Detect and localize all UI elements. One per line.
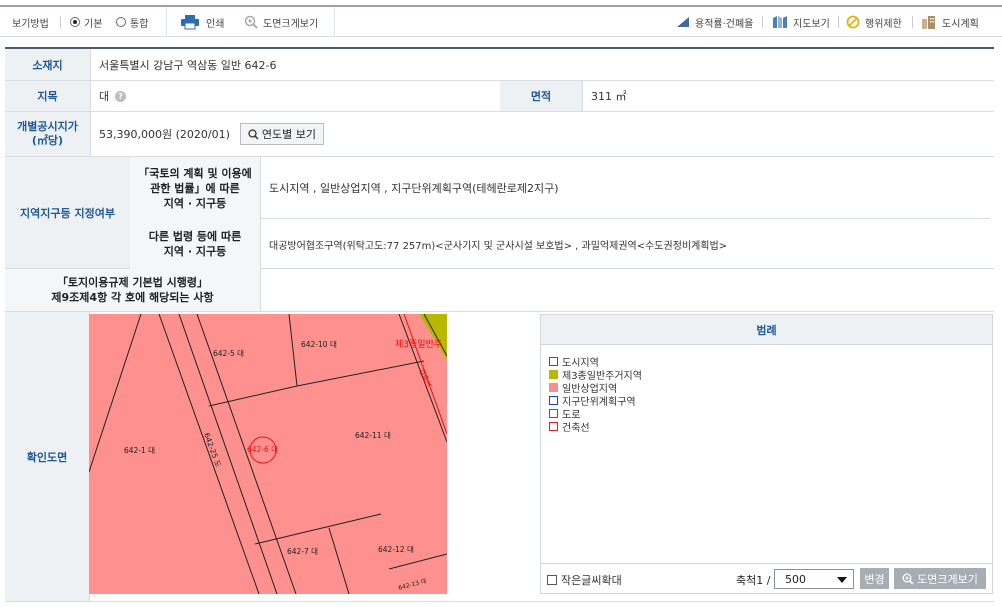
legend-item: 도로 bbox=[549, 407, 580, 421]
legend-swatch-icon bbox=[549, 356, 558, 366]
ruler-triangle-icon bbox=[677, 17, 689, 27]
legend-item: 제3종일반주거지역 bbox=[549, 368, 642, 382]
change-scale-button[interactable]: 변경 bbox=[860, 568, 889, 589]
toolbar-divider bbox=[166, 7, 167, 37]
view-mode-label: 보기방법 bbox=[12, 18, 49, 30]
toolbar: 보기방법 기본 통합 인쇄 도면크게보기 용적률·건폐율 지도보기 행위제한 도… bbox=[0, 5, 1002, 37]
enlarge-map-label: 도면크게보기 bbox=[263, 18, 319, 30]
land-category-value: 대 bbox=[99, 90, 110, 103]
view-integrated-radio[interactable]: 통합 bbox=[116, 7, 148, 37]
legend-panel: 범례 도시지역 제3종일반주거지역 일반상업지역 지구단위계획구역 도로 건축선 작은글씨… bbox=[540, 314, 993, 594]
scale-label: 축척1 / bbox=[736, 574, 771, 587]
legend-swatch-icon bbox=[549, 382, 558, 392]
magnifier-icon bbox=[244, 15, 258, 29]
buildings-icon bbox=[922, 16, 935, 29]
map-view-button[interactable]: 지도보기 bbox=[772, 7, 830, 37]
table-row: 소재지 서울특별시 강남구 역삼동 일반 642-6 bbox=[5, 49, 994, 81]
view-basic-radio[interactable]: 기본 bbox=[70, 7, 102, 37]
enlarge-map-button[interactable]: 도면크게보기 bbox=[244, 7, 318, 37]
legend-title: 범례 bbox=[541, 315, 992, 345]
urban-plan-button[interactable]: 도시계획 bbox=[921, 7, 979, 37]
land-price-cell: 53,390,000원 (2020/01) 연도별 보기 bbox=[90, 112, 690, 156]
restriction-label: 행위제한 bbox=[865, 18, 902, 30]
other-law-value: 대공방어협조구역(위탁고도:77 257m)<군사기지 및 군사시설 보호법> … bbox=[269, 240, 728, 252]
urban-plan-label: 도시계획 bbox=[942, 18, 979, 30]
parcel-label-highlighted: 642-6 대 bbox=[247, 445, 278, 454]
land-category-header: 지목 bbox=[5, 81, 90, 111]
prohibited-icon bbox=[846, 15, 860, 29]
parcel-label: 642-10 대 bbox=[301, 340, 337, 349]
zone-label: 제3종일반주 bbox=[395, 339, 442, 350]
yearly-view-label: 연도별 보기 bbox=[261, 128, 316, 141]
toolbar-divider bbox=[838, 16, 839, 28]
enforcement-value bbox=[260, 269, 990, 311]
search-icon bbox=[248, 128, 259, 140]
legend-swatch-icon bbox=[549, 395, 558, 405]
toolbar-divider bbox=[334, 7, 335, 37]
help-icon[interactable]: ? bbox=[115, 90, 127, 102]
legend-footer: 작은글씨확대 축척1 / 500 변경 도면크게보기 bbox=[541, 563, 992, 593]
view-basic-label: 기본 bbox=[84, 18, 103, 30]
table-row: 「토지이용규제 기본법 시행령」 제9조제4항 각 호에 해당되는 사항 bbox=[5, 269, 994, 312]
table-row: 지목 대 ? 면적 311 ㎡ bbox=[5, 81, 994, 112]
area-value: 311 ㎡ bbox=[591, 90, 627, 103]
legend-item: 건축선 bbox=[549, 420, 590, 434]
view-integrated-label: 통합 bbox=[130, 18, 149, 30]
zoning-header: 지역지구등 지정여부 bbox=[5, 157, 130, 268]
location-value: 서울특별시 강남구 역삼동 일반 642-6 bbox=[99, 58, 277, 72]
legend-swatch-icon bbox=[549, 369, 558, 379]
site-map[interactable]: 642-5 대 642-10 대 642-1 대 642-25 도 642-11… bbox=[89, 314, 447, 594]
scale-select[interactable]: 500 bbox=[774, 569, 854, 589]
national-law-value: 도시지역 , 일반상업지역 , 지구단위계획구역(테헤란로제2지구) bbox=[260, 157, 990, 219]
legend-item: 일반상업지역 bbox=[549, 381, 617, 395]
location-header: 소재지 bbox=[5, 49, 90, 80]
radio-unselected-icon[interactable] bbox=[116, 17, 126, 27]
yearly-view-button[interactable]: 연도별 보기 bbox=[239, 123, 324, 145]
restriction-button[interactable]: 행위제한 bbox=[846, 7, 902, 37]
legend-swatch-icon bbox=[549, 408, 558, 418]
toolbar-divider bbox=[60, 16, 61, 28]
map-header: 확인도면 bbox=[5, 312, 89, 601]
small-text-label: 작은글씨확대 bbox=[561, 574, 622, 587]
other-law-header: 다른 법령 등에 따른 지역 · 지구등 bbox=[130, 219, 260, 269]
land-category-cell: 대 ? bbox=[90, 81, 490, 111]
enlarge-map-button-bottom[interactable]: 도면크게보기 bbox=[894, 568, 986, 589]
parcel-label: 642-1 대 bbox=[124, 446, 155, 455]
parcel-label: 642-7 대 bbox=[287, 547, 318, 556]
land-price-value: 53,390,000원 (2020/01) bbox=[99, 128, 230, 141]
legend-item-label: 건축선 bbox=[562, 422, 590, 434]
parcel-label: 642-5 대 bbox=[213, 349, 244, 358]
toolbar-divider bbox=[762, 16, 763, 28]
table-row: 개별공시지가 (㎡당) 53,390,000원 (2020/01) 연도별 보기 bbox=[5, 112, 994, 157]
legend-item: 지구단위계획구역 bbox=[549, 394, 636, 408]
print-button[interactable]: 인쇄 bbox=[180, 7, 224, 37]
land-price-header: 개별공시지가 (㎡당) bbox=[5, 112, 90, 156]
enforcement-header: 「토지이용규제 기본법 시행령」 제9조제4항 각 호에 해당되는 사항 bbox=[5, 269, 260, 311]
enlarge-map-bottom-label: 도면크게보기 bbox=[917, 572, 978, 586]
national-law-header: 「국토의 계획 및 이용에 관한 법률」에 따른 지역 · 지구등 bbox=[130, 157, 260, 219]
floor-area-label: 용적률·건폐율 bbox=[695, 18, 754, 30]
map-view-label: 지도보기 bbox=[793, 18, 830, 30]
map-icon bbox=[773, 16, 787, 28]
land-info-table: 소재지 서울특별시 강남구 역삼동 일반 642-6 지목 대 ? 면적 311… bbox=[5, 47, 994, 602]
parcel-label: 642-11 대 bbox=[355, 431, 391, 440]
small-text-toggle[interactable]: 작은글씨확대 bbox=[547, 572, 622, 588]
scale-value: 500 bbox=[785, 572, 806, 586]
checkbox-icon[interactable] bbox=[547, 575, 557, 585]
toolbar-divider bbox=[912, 16, 913, 28]
area-header: 면적 bbox=[500, 81, 582, 111]
zoom-in-icon bbox=[902, 573, 914, 585]
radio-selected-icon[interactable] bbox=[70, 17, 80, 27]
table-row: 지역지구등 지정여부 「국토의 계획 및 이용에 관한 법률」에 따른 지역 ·… bbox=[5, 157, 994, 269]
legend-swatch-icon bbox=[549, 421, 558, 431]
legend-item: 도시지역 bbox=[549, 355, 599, 369]
cadastral-map[interactable]: 642-5 대 642-10 대 642-1 대 642-25 도 642-11… bbox=[89, 314, 447, 594]
printer-icon bbox=[181, 15, 199, 30]
floor-area-button[interactable]: 용적률·건폐율 bbox=[676, 7, 753, 37]
dropdown-arrow-icon bbox=[837, 577, 847, 583]
print-label: 인쇄 bbox=[206, 18, 225, 30]
parcel-label: 642-12 대 bbox=[378, 545, 414, 554]
